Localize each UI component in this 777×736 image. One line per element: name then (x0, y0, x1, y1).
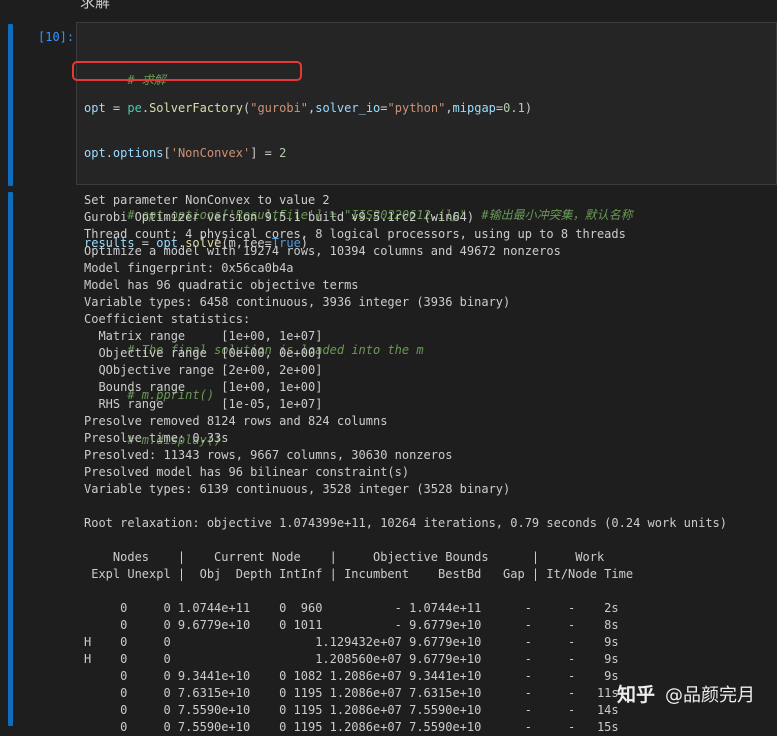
code-token: = (380, 101, 388, 115)
output-line: 0 0 9.6779e+10 0 1011 - 9.6779e+10 - - 8… (84, 618, 619, 632)
watermark: 知乎 @品颜完月 (617, 680, 755, 707)
output-line: Model fingerprint: 0x56ca0b4a (84, 261, 294, 275)
output-line: QObjective range [2e+00, 2e+00] (84, 363, 323, 377)
code-token: SolverFactory (149, 101, 243, 115)
code-token: 0.1 (503, 101, 525, 115)
output-line: RHS range [1e-05, 1e+07] (84, 397, 323, 411)
code-token: "python" (387, 101, 446, 115)
output-line: Gurobi Optimizer version 9.5.1 build v9.… (84, 210, 475, 224)
output-line: Optimize a model with 19274 rows, 10394 … (84, 244, 561, 258)
output-line: Matrix range [1e+00, 1e+07] (84, 329, 323, 343)
code-token: 2 (279, 146, 287, 160)
zhihu-logo: 知乎 (616, 684, 655, 706)
output-line: Presolved model has 96 bilinear constrai… (84, 465, 410, 479)
code-token: solver_io (315, 101, 381, 115)
output-line: Bounds range [1e+00, 1e+00] (84, 380, 323, 394)
code-token: opt (84, 146, 106, 160)
cell-output: Set parameter NonConvex to value 2 Gurobi… (84, 192, 727, 736)
output-cell-indicator[interactable] (8, 192, 13, 726)
output-line: H 0 0 1.208560e+07 9.6779e+10 - - 9s (84, 652, 619, 666)
code-line-3: opt.options['NonConvex'] = 2 (84, 145, 633, 162)
code-editor[interactable]: # 求解 opt = pe.SolverFactory("gurobi",sol… (76, 22, 777, 447)
code-token: options (112, 146, 164, 160)
code-cell-indicator[interactable] (8, 24, 13, 186)
output-line: Presolve time: 0.33s (84, 431, 229, 445)
code-token: opt (84, 101, 106, 115)
code-token: [ (163, 146, 171, 160)
highlight-annotation (72, 61, 302, 81)
output-line: Model has 96 quadratic objective terms (84, 278, 359, 292)
code-token: ) (524, 101, 533, 115)
code-token: "gurobi" (250, 101, 309, 115)
code-token: 'NonConvex' (170, 146, 251, 160)
output-line: Presolved: 11343 rows, 9667 columns, 306… (84, 448, 453, 462)
output-line: Variable types: 6139 continuous, 3528 in… (84, 482, 511, 496)
code-token: pe (127, 101, 142, 115)
output-line: 0 0 7.5590e+10 0 1195 1.2086e+07 7.5590e… (84, 720, 619, 734)
author-handle: @品颜完月 (665, 684, 755, 706)
output-line: Variable types: 6458 continuous, 3936 in… (84, 295, 511, 309)
code-token: . (141, 101, 150, 115)
output-line: Nodes | Current Node | Objective Bounds … (84, 550, 605, 564)
code-token: = (105, 101, 128, 115)
output-line: Objective range [0e+00, 0e+00] (84, 346, 323, 360)
code-token: , (445, 101, 453, 115)
output-line: Root relaxation: objective 1.074399e+11,… (84, 516, 727, 530)
code-token: = (257, 146, 280, 160)
output-line: Coefficient statistics: (84, 312, 251, 326)
output-line: Presolve removed 8124 rows and 824 colum… (84, 414, 388, 428)
execution-count: [10]: (38, 30, 75, 44)
output-line: H 0 0 1.129432e+07 9.6779e+10 - - 9s (84, 635, 619, 649)
page-top-fragment: 求解 (80, 0, 111, 11)
code-token: . (105, 146, 113, 160)
output-line: Thread count: 4 physical cores, 8 logica… (84, 227, 626, 241)
code-line-2: opt = pe.SolverFactory("gurobi",solver_i… (84, 100, 633, 117)
code-token: mipgap (452, 101, 496, 115)
output-line: Set parameter NonConvex to value 2 (84, 193, 330, 207)
output-line: Expl Unexpl | Obj Depth IntInf | Incumbe… (84, 567, 634, 581)
output-line: 0 0 1.0744e+11 0 960 - 1.0744e+11 - - 2s (84, 601, 619, 615)
